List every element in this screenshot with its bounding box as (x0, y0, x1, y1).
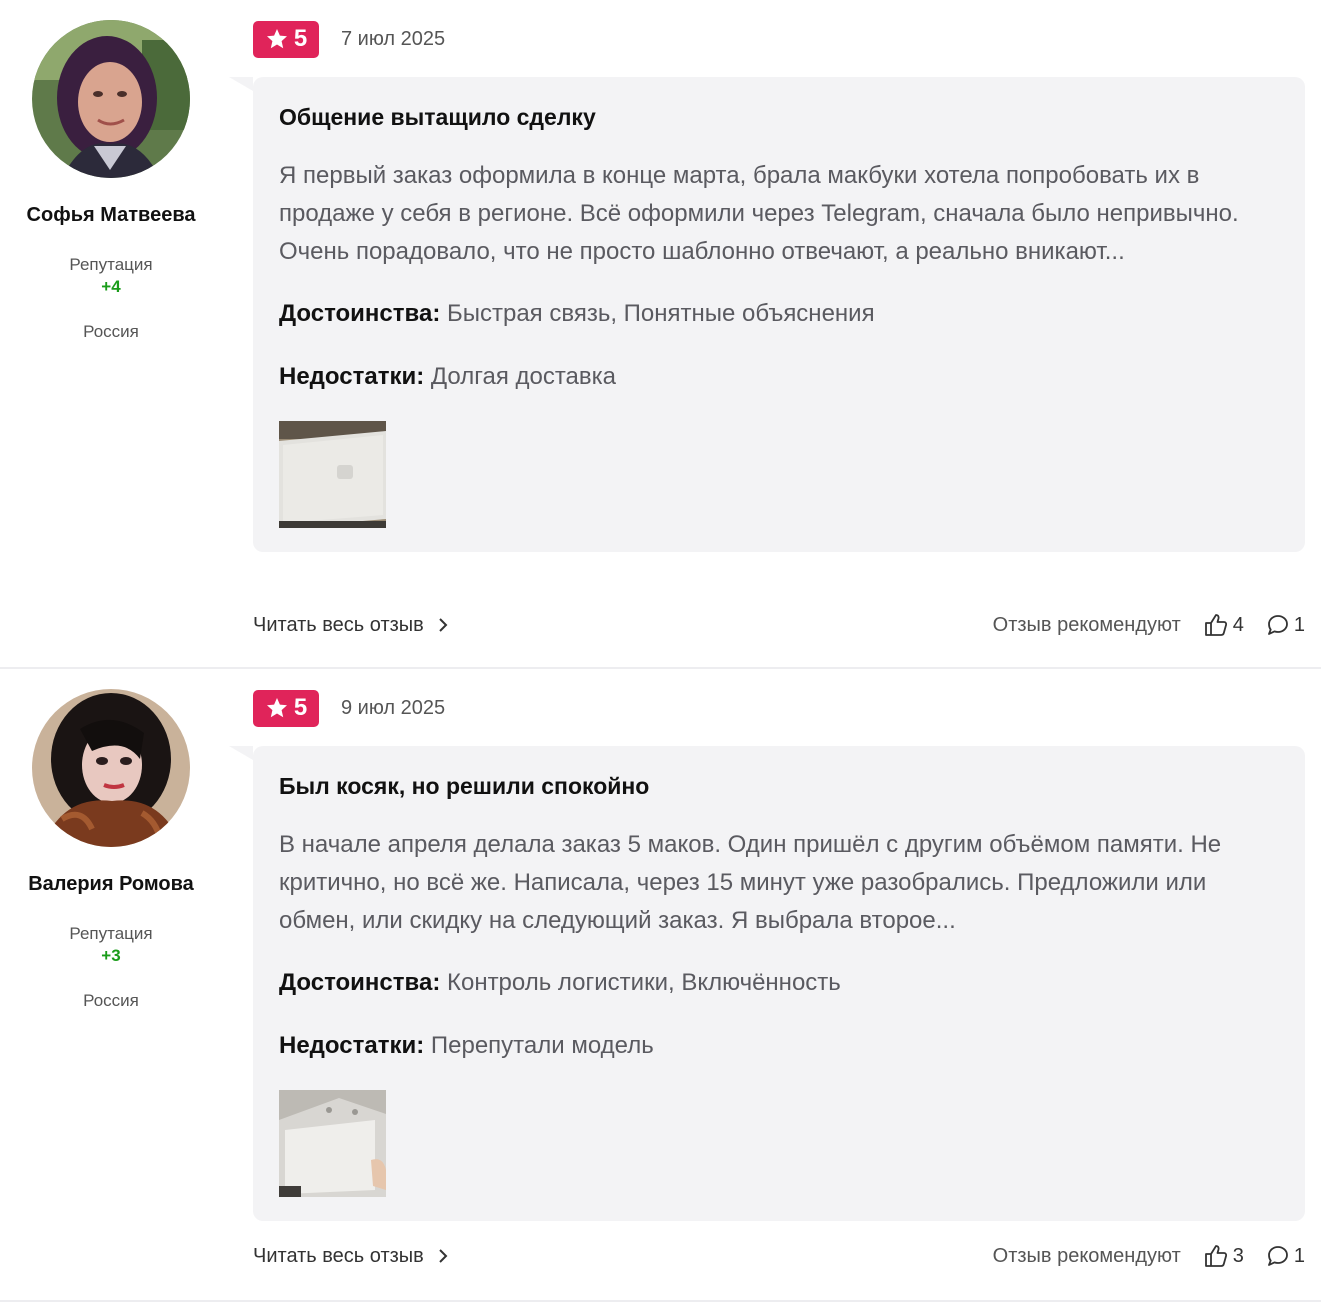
review-title[interactable]: Общение вытащило сделку (279, 101, 1279, 133)
read-full-review-link[interactable]: Читать весь отзыв (253, 1245, 448, 1268)
review-card: Валерия Ромова Репутация +3 Россия 5 9 и… (0, 669, 1321, 1302)
read-full-review-link[interactable]: Читать весь отзыв (253, 614, 448, 637)
author-name[interactable]: Софья Матвеева (0, 204, 222, 227)
review-photo[interactable] (279, 421, 386, 528)
star-icon (266, 29, 287, 49)
reputation-value: +3 (101, 946, 121, 965)
author-name[interactable]: Валерия Ромова (0, 873, 222, 896)
recommend-label: Отзыв рекомендуют (992, 613, 1181, 636)
author-country: Россия (83, 991, 139, 1010)
read-full-review-label: Читать весь отзыв (253, 613, 424, 636)
reputation-label: Репутация (69, 255, 153, 274)
review-title[interactable]: Был косяк, но решили спокойно (279, 770, 1279, 802)
review-footer: Читать весь отзыв Отзыв рекомендуют 3 1 (253, 1243, 1305, 1269)
rating-value: 5 (293, 25, 308, 52)
review-photo[interactable] (279, 1090, 386, 1197)
review-cons: Недостатки: Перепутали модель (279, 1027, 1279, 1065)
star-icon (266, 698, 287, 718)
rating-value: 5 (293, 694, 308, 721)
pros-text: Контроль логистики, Включённость (446, 969, 841, 996)
like-button[interactable]: 4 (1203, 612, 1244, 638)
review-pros: Достоинства: Быстрая связь, Понятные объ… (279, 295, 1279, 333)
review-body: Был косяк, но решили спокойно В начале а… (229, 746, 1305, 1221)
comments-count: 1 (1293, 1244, 1305, 1267)
comments-count: 1 (1293, 613, 1305, 636)
review-body: Общение вытащило сделку Я первый заказ о… (229, 77, 1305, 552)
pros-label: Достоинства: (279, 300, 441, 327)
rating-badge: 5 (253, 689, 319, 727)
thumbs-up-icon (1204, 614, 1227, 636)
review-header: 5 7 июл 2025 (253, 20, 445, 58)
likes-count: 4 (1232, 613, 1244, 636)
author-country: Россия (83, 322, 139, 341)
chevron-right-icon (439, 618, 448, 632)
comments-button[interactable]: 1 (1266, 1244, 1305, 1268)
cons-label: Недостатки: (279, 363, 425, 390)
review-cons: Недостатки: Долгая доставка (279, 358, 1279, 396)
cons-text: Перепутали модель (430, 1032, 654, 1059)
review-date: 9 июл 2025 (341, 696, 446, 719)
avatar[interactable] (32, 20, 190, 178)
pros-text: Быстрая связь, Понятные объяснения (446, 300, 875, 327)
review-author: Софья Матвеева Репутация +4 Россия (0, 20, 222, 342)
avatar[interactable] (32, 689, 190, 847)
review-header: 5 9 июл 2025 (253, 689, 445, 727)
reputation-label: Репутация (69, 924, 153, 943)
review-author: Валерия Ромова Репутация +3 Россия (0, 689, 222, 1011)
review-date: 7 июл 2025 (341, 27, 446, 50)
read-full-review-label: Читать весь отзыв (253, 1244, 424, 1267)
comment-icon (1267, 1246, 1288, 1266)
review-card: Софья Матвеева Репутация +4 Россия 5 7 и… (0, 0, 1321, 669)
review-text: Я первый заказ оформила в конце марта, б… (279, 162, 1239, 265)
likes-count: 3 (1232, 1244, 1244, 1267)
review-footer: Читать весь отзыв Отзыв рекомендуют 4 1 (253, 612, 1305, 638)
cons-text: Долгая доставка (430, 363, 617, 390)
chevron-right-icon (439, 1249, 448, 1263)
like-button[interactable]: 3 (1203, 1243, 1244, 1269)
thumbs-up-icon (1204, 1245, 1227, 1267)
reputation-value: +4 (101, 277, 121, 296)
cons-label: Недостатки: (279, 1032, 425, 1059)
pros-label: Достоинства: (279, 969, 441, 996)
review-text: В начале апреля делала заказ 5 маков. Од… (279, 831, 1222, 934)
comments-button[interactable]: 1 (1266, 613, 1305, 637)
comment-icon (1267, 615, 1288, 635)
recommend-label: Отзыв рекомендуют (992, 1244, 1181, 1267)
rating-badge: 5 (253, 20, 319, 58)
review-pros: Достоинства: Контроль логистики, Включён… (279, 964, 1279, 1002)
